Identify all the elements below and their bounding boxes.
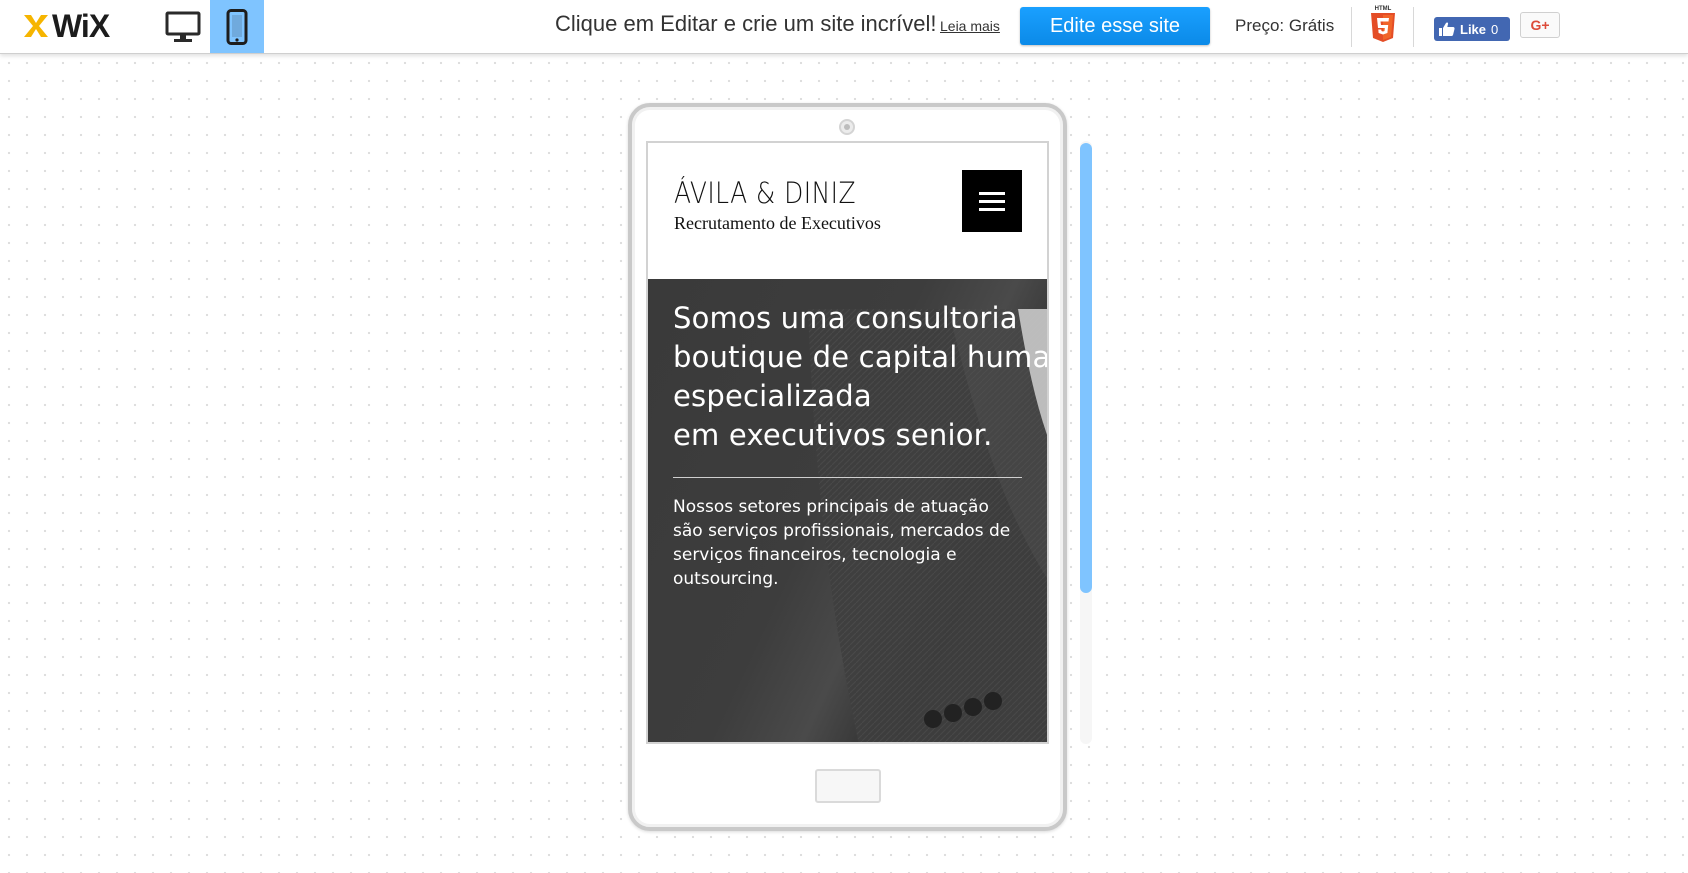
desktop-icon [165,11,201,42]
divider [1413,7,1414,47]
mobile-icon [226,8,248,45]
scrollbar-thumb[interactable] [1080,143,1092,593]
preview-scrollbar[interactable] [1080,141,1092,744]
menu-icon-bar [979,207,1005,211]
edit-site-button[interactable]: Edite esse site [1020,7,1210,45]
wix-logo[interactable]: WiX [22,7,110,44]
read-more-link[interactable]: Leia mais [940,18,1000,34]
price-label: Preço: Grátis [1235,16,1335,35]
thumbs-up-icon [1439,22,1455,36]
wix-logo-text: WiX [52,7,110,44]
html5-icon: HTML [1371,6,1395,42]
like-label: Like [1460,21,1487,37]
menu-icon-bar [979,199,1005,203]
hero-description: Nossos setores principais de atuação são… [673,497,1011,589]
wix-logo-icon [24,15,48,37]
hero-section: Somos uma consultoria boutique de capita… [648,279,1047,742]
hamburger-menu-button[interactable] [962,170,1022,232]
facebook-like-button[interactable]: Like 0 [1434,17,1510,41]
camera-icon [839,119,855,135]
brand-name[interactable]: ÁVILA & DINIZ [674,176,856,210]
divider [1351,7,1352,47]
phone-screen: ÁVILA & DINIZ Recrutamento de Executivos… [646,141,1049,744]
google-plus-button[interactable]: G+ [1520,12,1560,38]
menu-icon-bar [979,191,1005,195]
site-header: ÁVILA & DINIZ Recrutamento de Executivos [648,143,1047,279]
hero-title: Somos uma consultoria boutique de capita… [673,301,1047,452]
brand-subtitle: Recrutamento de Executivos [674,213,881,233]
html5-badge: HTML [1368,4,1398,44]
like-count: 0 [1491,21,1499,37]
desktop-view-button[interactable] [156,0,210,53]
home-button [815,769,881,803]
svg-text:HTML: HTML [1375,6,1392,12]
promo-text: Clique em Editar e crie um site incrível… [555,11,937,36]
top-bar: WiX Clique em Editar e crie um site incr… [0,0,1688,54]
mobile-view-button[interactable] [210,0,264,53]
hero-divider [673,477,1022,478]
